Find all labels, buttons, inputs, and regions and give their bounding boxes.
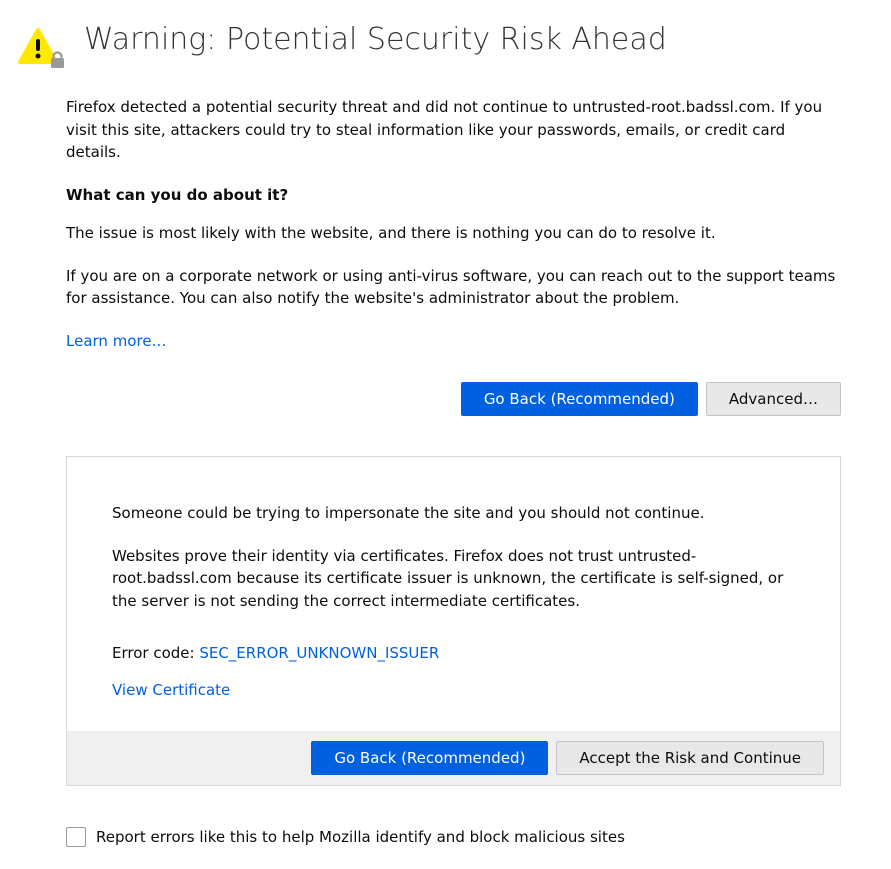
intro-text: Firefox detected a potential security th… <box>66 96 841 164</box>
warning-lock-icon <box>18 24 66 72</box>
page-title: Warning: Potential Security Risk Ahead <box>84 20 667 59</box>
go-back-button-2[interactable]: Go Back (Recommended) <box>311 741 548 775</box>
advanced-line-2: Websites prove their identity via certif… <box>112 545 795 613</box>
report-label: Report errors like this to help Mozilla … <box>96 826 625 849</box>
view-certificate-link[interactable]: View Certificate <box>112 681 230 699</box>
advanced-panel: Someone could be trying to impersonate t… <box>66 456 841 786</box>
accept-risk-button[interactable]: Accept the Risk and Continue <box>556 741 824 775</box>
error-code-link[interactable]: SEC_ERROR_UNKNOWN_ISSUER <box>199 644 439 662</box>
error-code-label: Error code: <box>112 644 199 662</box>
advanced-line-1: Someone could be trying to impersonate t… <box>112 502 795 525</box>
error-code-line: Error code: SEC_ERROR_UNKNOWN_ISSUER <box>112 642 795 665</box>
what-line-2: If you are on a corporate network or usi… <box>66 265 841 310</box>
go-back-button[interactable]: Go Back (Recommended) <box>461 382 698 416</box>
what-heading: What can you do about it? <box>66 184 841 207</box>
advanced-button[interactable]: Advanced… <box>706 382 841 416</box>
report-checkbox[interactable] <box>66 827 86 847</box>
what-line-1: The issue is most likely with the websit… <box>66 222 841 245</box>
learn-more-link[interactable]: Learn more… <box>66 332 167 350</box>
